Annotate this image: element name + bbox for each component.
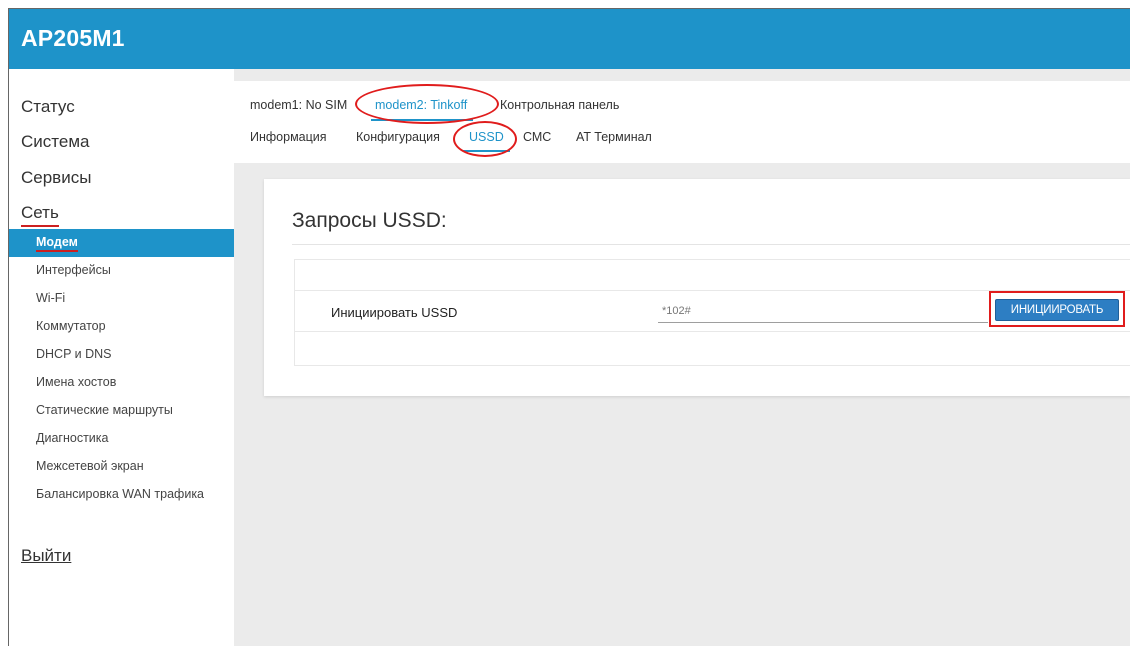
nav-status[interactable]: Статус xyxy=(21,97,75,117)
sidebar-item-label: Модем xyxy=(36,235,78,249)
tab-ussd[interactable]: USSD xyxy=(463,130,510,152)
sidebar: Статус Система Сервисы Сеть Модем Интерф… xyxy=(9,69,234,646)
tab-at-terminal[interactable]: AT Терминал xyxy=(576,130,652,144)
tab-modem1[interactable]: modem1: No SIM xyxy=(250,98,347,112)
app-window: AP205M1 Статус Система Сервисы Сеть Моде… xyxy=(8,8,1130,646)
nav-system[interactable]: Система xyxy=(21,132,89,152)
main-content: modem1: No SIM modem2: Tinkoff Контрольн… xyxy=(234,69,1130,646)
logout-link[interactable]: Выйти xyxy=(21,546,71,566)
nav-services[interactable]: Сервисы xyxy=(21,168,91,188)
tab-control-panel[interactable]: Контрольная панель xyxy=(500,98,619,112)
tab-modem2[interactable]: modem2: Tinkoff xyxy=(370,98,474,121)
sidebar-item-static-routes[interactable]: Статические маршруты xyxy=(9,397,234,425)
sidebar-item-interfaces[interactable]: Интерфейсы xyxy=(9,257,234,285)
ussd-form: Инициировать USSD ИНИЦИИРОВАТЬ xyxy=(294,259,1130,366)
sidebar-item-wan-balancing[interactable]: Балансировка WAN трафика xyxy=(9,481,234,509)
top-header: AP205M1 xyxy=(9,9,1130,69)
nav-network[interactable]: Сеть xyxy=(21,203,59,227)
ussd-card: Запросы USSD: Инициировать USSD ИНИЦИИРО… xyxy=(264,179,1130,396)
initiate-ussd-button[interactable]: ИНИЦИИРОВАТЬ xyxy=(995,299,1119,321)
sidebar-item-hostnames[interactable]: Имена хостов xyxy=(9,369,234,397)
sidebar-item-dhcp-dns[interactable]: DHCP и DNS xyxy=(9,341,234,369)
tab-sms[interactable]: СМС xyxy=(523,130,551,144)
sidebar-item-wifi[interactable]: Wi-Fi xyxy=(9,285,234,313)
sidebar-item-firewall[interactable]: Межсетевой экран xyxy=(9,453,234,481)
ussd-field-label: Инициировать USSD xyxy=(331,305,458,320)
tab-info[interactable]: Информация xyxy=(250,130,327,144)
sidebar-item-modem[interactable]: Модем xyxy=(9,229,234,257)
sidebar-item-switch[interactable]: Коммутатор xyxy=(9,313,234,341)
page-title: Запросы USSD: xyxy=(292,209,447,232)
ussd-input[interactable] xyxy=(658,299,988,323)
title-divider xyxy=(292,244,1130,245)
app-title: AP205M1 xyxy=(21,25,125,51)
sidebar-item-diagnostics[interactable]: Диагностика xyxy=(9,425,234,453)
tabs-panel: modem1: No SIM modem2: Tinkoff Контрольн… xyxy=(234,81,1130,163)
ussd-row: Инициировать USSD ИНИЦИИРОВАТЬ xyxy=(295,290,1130,332)
tab-config[interactable]: Конфигурация xyxy=(356,130,440,144)
